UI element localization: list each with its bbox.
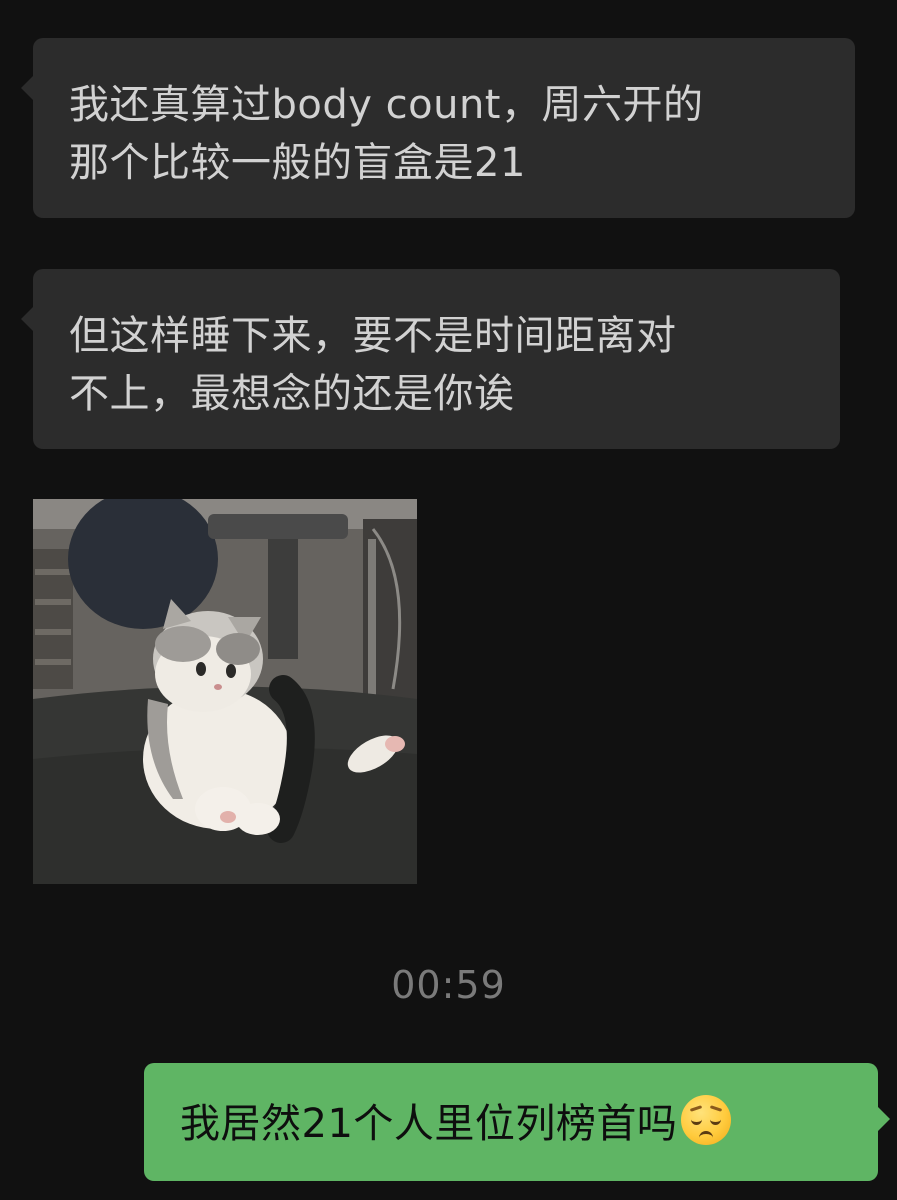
message-text: 我还真算过body count，周六开的 那个比较一般的盲盒是21: [69, 82, 704, 186]
cat-sticker-illustration: [33, 499, 417, 884]
outgoing-message-bubble[interactable]: 我居然21个人里位列榜首吗: [144, 1063, 890, 1181]
message-timestamp: 00:59: [391, 963, 506, 1007]
cat-sticker-image[interactable]: [33, 499, 417, 884]
incoming-message-bubble[interactable]: 我还真算过body count，周六开的 那个比较一般的盲盒是21: [21, 38, 855, 218]
message-text: 我居然21个人里位列榜首吗: [180, 1101, 678, 1147]
pensive-face-emoji-icon: [681, 1095, 732, 1145]
incoming-message-bubble[interactable]: 但这样睡下来，要不是时间距离对 不上，最想念的还是你诶: [21, 269, 840, 449]
message-text: 但这样睡下来，要不是时间距离对 不上，最想念的还是你诶: [69, 313, 677, 417]
